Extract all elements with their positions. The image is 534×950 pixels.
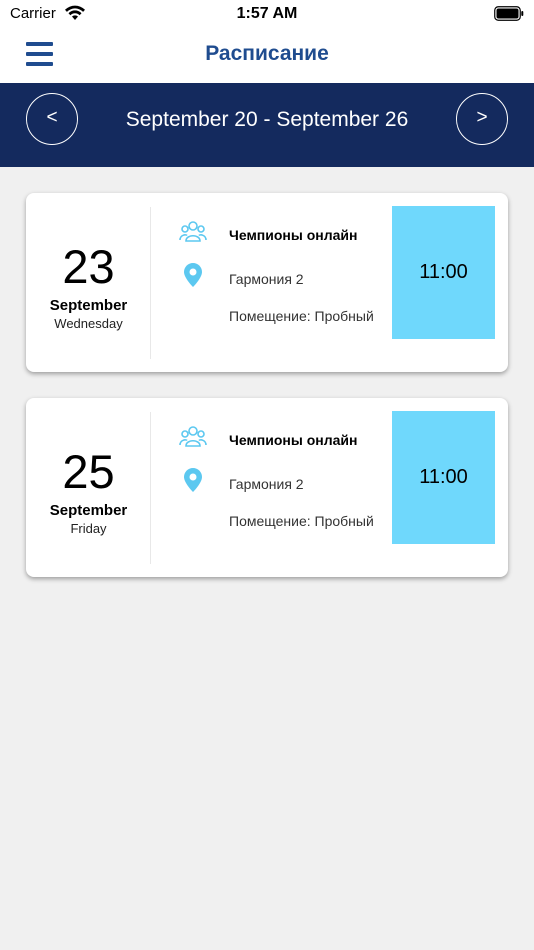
session-time[interactable]: 11:00 (392, 206, 495, 339)
weekday-label: Friday (70, 521, 107, 536)
page-title: Расписание (205, 42, 329, 65)
next-week-button[interactable]: > (456, 93, 508, 145)
month-label: September (49, 502, 128, 519)
hall-name: Гармония 2 (229, 271, 304, 287)
session-card[interactable]: 23 September Wednesday Чемпионы онлайн Г… (26, 193, 508, 372)
session-date: 25 September Friday (26, 398, 151, 577)
week-selector: < September 20 - September 26 > (0, 83, 534, 167)
day-number: 25 (62, 445, 115, 498)
class-name: Чемпионы онлайн (229, 432, 358, 448)
month-label: September (49, 297, 128, 314)
day-number: 23 (62, 240, 115, 293)
clock: 1:57 AM (236, 5, 298, 22)
location-pin-icon (184, 468, 202, 492)
session-card[interactable]: 25 September Friday Чемпионы онлайн Гарм… (26, 398, 508, 577)
hall-name: Гармония 2 (229, 476, 304, 492)
class-name: Чемпионы онлайн (229, 227, 358, 243)
session-date: 23 September Wednesday (26, 193, 151, 372)
weekday-label: Wednesday (54, 316, 123, 331)
room-label: Помещение: Пробный (229, 513, 374, 529)
group-icon (179, 221, 207, 242)
week-range-label: September 20 - September 26 (125, 108, 409, 131)
nav-bar: Расписание (0, 28, 534, 83)
battery-icon (494, 6, 524, 21)
location-pin-icon (184, 263, 202, 287)
room-label: Помещение: Пробный (229, 308, 374, 324)
divider (150, 207, 151, 359)
session-time[interactable]: 11:00 (392, 411, 495, 544)
group-icon (179, 426, 207, 447)
divider (150, 412, 151, 564)
status-bar: Carrier 1:57 AM (0, 0, 534, 28)
